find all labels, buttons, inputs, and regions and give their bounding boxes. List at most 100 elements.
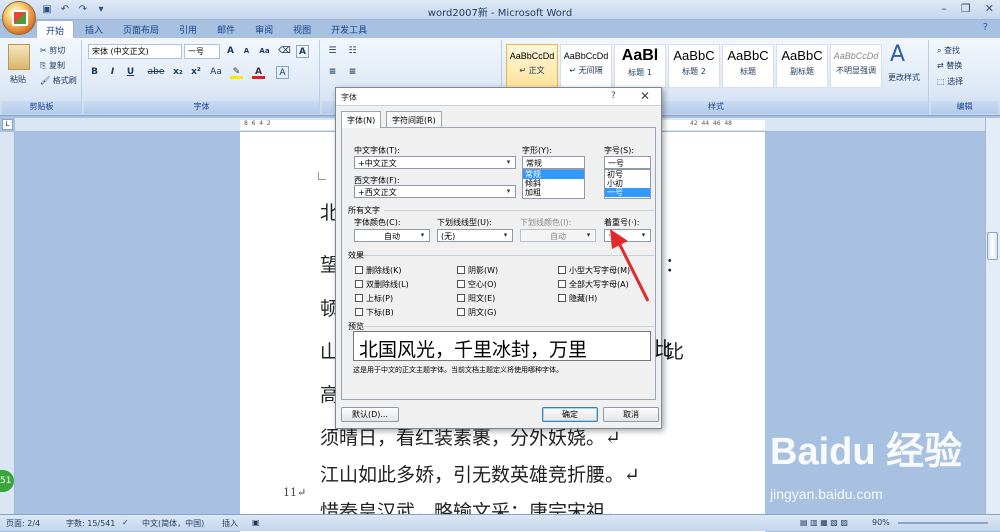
- proofing-icon[interactable]: ✓: [122, 518, 129, 527]
- underline-style-combo[interactable]: (无) ▾: [437, 229, 513, 242]
- font-color-combo[interactable]: 自动 ▾: [354, 229, 430, 242]
- undo-icon[interactable]: ↶: [58, 3, 72, 17]
- clear-format-icon[interactable]: ⌫: [278, 45, 291, 58]
- dialog-help-button[interactable]: ?: [611, 91, 616, 101]
- change-case-button[interactable]: Aa: [258, 45, 271, 58]
- close-button[interactable]: ✕: [985, 2, 994, 15]
- font-size-combo[interactable]: 一号: [184, 44, 220, 59]
- vertical-scrollbar[interactable]: [985, 118, 1000, 514]
- underline-button[interactable]: U: [124, 66, 137, 79]
- tab-view[interactable]: 视图: [284, 20, 320, 38]
- cancel-button[interactable]: 取消: [603, 407, 659, 422]
- style-normal[interactable]: AaBbCcDd ↵ 正文: [506, 44, 558, 88]
- italic-button[interactable]: I: [106, 66, 119, 79]
- underline-color-combo[interactable]: 自动 ▾: [520, 229, 596, 242]
- ok-button[interactable]: 确定: [542, 407, 598, 422]
- list-item[interactable]: 常规: [523, 170, 584, 179]
- cn-font-combo[interactable]: +中文正文 ▾: [354, 156, 516, 169]
- double-strikethrough-checkbox[interactable]: 双删除线(L): [355, 279, 409, 290]
- select-button[interactable]: ⬚ 选择: [937, 76, 963, 87]
- font-style-list[interactable]: 常规 倾斜 加粗: [522, 169, 585, 199]
- brush-icon: 🖌: [40, 76, 53, 85]
- case-button[interactable]: Aa: [208, 66, 224, 79]
- tab-mailings[interactable]: 邮件: [208, 20, 244, 38]
- change-styles-button[interactable]: 更改样式: [888, 72, 920, 83]
- align-center-icon[interactable]: ≡: [346, 66, 359, 79]
- font-style-input[interactable]: 常规: [522, 156, 585, 169]
- style-no-spacing[interactable]: AaBbCcDd ↵ 无间隔: [560, 44, 612, 88]
- zoom-slider[interactable]: [898, 522, 988, 524]
- redo-icon[interactable]: ↷: [76, 3, 90, 17]
- emboss-checkbox[interactable]: 阳文(E): [457, 293, 495, 304]
- font-size-input[interactable]: 一号: [604, 156, 651, 169]
- style-subtitle[interactable]: AaBbC 副标题: [776, 44, 828, 88]
- style-heading-2[interactable]: AaBbC 标题 2: [668, 44, 720, 88]
- tab-review[interactable]: 审阅: [246, 20, 282, 38]
- tab-references[interactable]: 引用: [170, 20, 206, 38]
- font-size-list[interactable]: 初号 小初 一号: [604, 169, 651, 199]
- subscript-checkbox[interactable]: 下标(B): [355, 307, 394, 318]
- shrink-font-button[interactable]: A: [240, 45, 253, 58]
- tab-developer[interactable]: 开发工具: [322, 20, 376, 38]
- paste-button[interactable]: 粘贴: [10, 74, 26, 85]
- find-button[interactable]: ⌕ 查找: [937, 45, 960, 56]
- style-subtle-emphasis[interactable]: AaBbCcDd 不明显强调: [830, 44, 882, 88]
- tab-insert[interactable]: 插入: [76, 20, 112, 38]
- superscript-checkbox[interactable]: 上标(P): [355, 293, 393, 304]
- hidden-checkbox[interactable]: 隐藏(H): [558, 293, 597, 304]
- paste-icon[interactable]: [8, 44, 30, 70]
- tab-home[interactable]: 开始: [36, 20, 75, 38]
- view-buttons[interactable]: ▤ ▥ ▦ ▧ ▨: [800, 518, 848, 527]
- qat-more-icon[interactable]: ▾: [94, 3, 108, 17]
- superscript-button[interactable]: x²: [188, 66, 204, 79]
- list-item[interactable]: 小初: [605, 179, 650, 188]
- list-item[interactable]: 加粗: [523, 188, 584, 197]
- macro-icon[interactable]: ▣: [252, 518, 260, 527]
- help-icon[interactable]: ?: [983, 22, 988, 33]
- font-color-icon[interactable]: A: [252, 66, 265, 79]
- outline-checkbox[interactable]: 空心(O): [457, 279, 497, 290]
- status-page[interactable]: 页面: 2/4: [6, 518, 40, 529]
- scrollbar-thumb[interactable]: [987, 232, 998, 260]
- font-name-combo[interactable]: 宋体 (中文正文): [88, 44, 182, 59]
- vertical-ruler[interactable]: [0, 132, 15, 514]
- copy-button[interactable]: ⎘ 复制: [40, 60, 65, 71]
- engrave-checkbox[interactable]: 阴文(G): [457, 307, 496, 318]
- save-icon[interactable]: ▣: [40, 3, 54, 17]
- strikethrough-button[interactable]: abe: [146, 66, 166, 79]
- tab-character-spacing[interactable]: 字符间距(R): [386, 111, 442, 127]
- status-insert[interactable]: 插入: [222, 518, 238, 529]
- minimize-button[interactable]: –: [941, 2, 947, 15]
- style-title[interactable]: AaBbC 标题: [722, 44, 774, 88]
- list-item[interactable]: 初号: [605, 170, 650, 179]
- cut-button[interactable]: ✂ 剪切: [40, 45, 65, 56]
- set-default-button[interactable]: 默认(D)...: [341, 407, 399, 422]
- status-language[interactable]: 中文(简体，中国): [142, 518, 204, 529]
- highlight-icon[interactable]: ✎: [230, 66, 243, 79]
- char-border-button[interactable]: A: [296, 45, 309, 58]
- status-words[interactable]: 字数: 15/541: [66, 518, 115, 529]
- list-item[interactable]: 一号: [605, 188, 650, 197]
- tab-page-layout[interactable]: 页面布局: [114, 20, 168, 38]
- strikethrough-checkbox[interactable]: 删除线(K): [355, 265, 402, 276]
- bullets-icon[interactable]: ☰: [326, 45, 339, 58]
- tab-selector[interactable]: L: [2, 119, 13, 130]
- dialog-close-button[interactable]: ✕: [640, 89, 650, 103]
- format-painter-button[interactable]: 🖌 格式刷: [40, 75, 77, 86]
- bold-button[interactable]: B: [88, 66, 101, 79]
- style-heading-1[interactable]: AaBl 标题 1: [614, 44, 666, 88]
- tab-font[interactable]: 字体(N): [341, 111, 382, 128]
- char-shading-icon[interactable]: A: [276, 66, 289, 79]
- status-zoom[interactable]: 90%: [872, 518, 890, 527]
- west-font-combo[interactable]: +西文正文 ▾: [354, 185, 516, 198]
- grow-font-button[interactable]: A: [224, 45, 237, 58]
- list-item[interactable]: 倾斜: [523, 179, 584, 188]
- replace-button[interactable]: ⇄ 替换: [937, 60, 962, 71]
- shadow-checkbox[interactable]: 阴影(W): [457, 265, 498, 276]
- numbering-icon[interactable]: ☷: [346, 45, 359, 58]
- office-button[interactable]: [2, 1, 36, 35]
- align-left-icon[interactable]: ≡: [326, 66, 339, 79]
- restore-button[interactable]: ❐: [961, 2, 971, 15]
- baidu-brand: Baidu 经验: [770, 431, 963, 473]
- subscript-button[interactable]: x₂: [170, 66, 186, 79]
